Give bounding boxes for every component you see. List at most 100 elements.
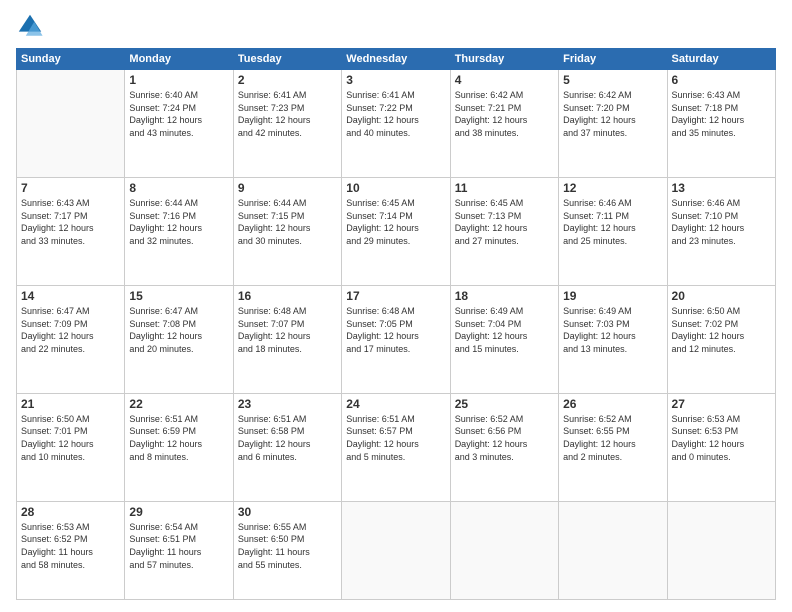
col-header-thursday: Thursday bbox=[450, 49, 558, 70]
calendar-cell: 26Sunrise: 6:52 AM Sunset: 6:55 PM Dayli… bbox=[559, 393, 667, 501]
calendar-cell bbox=[667, 501, 775, 599]
day-detail: Sunrise: 6:51 AM Sunset: 6:58 PM Dayligh… bbox=[238, 413, 337, 463]
day-number: 8 bbox=[129, 181, 228, 195]
day-detail: Sunrise: 6:44 AM Sunset: 7:16 PM Dayligh… bbox=[129, 197, 228, 247]
day-number: 22 bbox=[129, 397, 228, 411]
day-number: 30 bbox=[238, 505, 337, 519]
calendar-cell: 6 Sunrise: 6:43 AM Sunset: 7:18 PM Daylig… bbox=[667, 70, 775, 178]
day-detail: Sunrise: 6:48 AM Sunset: 7:07 PM Dayligh… bbox=[238, 305, 337, 355]
calendar-cell: 28 Sunrise: 6:53 AM Sunset: 6:52 PM Dayli… bbox=[17, 501, 125, 599]
day-number: 6 bbox=[672, 73, 771, 87]
day-number: 13 bbox=[672, 181, 771, 195]
calendar-cell: 19 Sunrise: 6:49 AM Sunset: 7:03 PM Dayli… bbox=[559, 285, 667, 393]
day-number: 18 bbox=[455, 289, 554, 303]
week-row-1: 7 Sunrise: 6:43 AM Sunset: 7:17 PM Daylig… bbox=[17, 177, 776, 285]
calendar-cell: 4 Sunrise: 6:42 AM Sunset: 7:21 PM Daylig… bbox=[450, 70, 558, 178]
calendar-cell: 12 Sunrise: 6:46 AM Sunset: 7:11 PM Dayli… bbox=[559, 177, 667, 285]
week-row-2: 14 Sunrise: 6:47 AM Sunset: 7:09 PM Dayli… bbox=[17, 285, 776, 393]
day-number: 19 bbox=[563, 289, 662, 303]
page: SundayMondayTuesdayWednesdayThursdayFrid… bbox=[0, 0, 792, 612]
day-detail: Sunrise: 6:54 AM Sunset: 6:51 PM Dayligh… bbox=[129, 521, 228, 571]
logo-icon bbox=[16, 12, 44, 40]
day-number: 2 bbox=[238, 73, 337, 87]
day-detail: Sunrise: 6:45 AM Sunset: 7:14 PM Dayligh… bbox=[346, 197, 445, 247]
day-number: 16 bbox=[238, 289, 337, 303]
day-detail: Sunrise: 6:42 AM Sunset: 7:21 PM Dayligh… bbox=[455, 89, 554, 139]
day-number: 4 bbox=[455, 73, 554, 87]
calendar-cell: 29 Sunrise: 6:54 AM Sunset: 6:51 PM Dayli… bbox=[125, 501, 233, 599]
calendar-cell: 16 Sunrise: 6:48 AM Sunset: 7:07 PM Dayli… bbox=[233, 285, 341, 393]
day-number: 20 bbox=[672, 289, 771, 303]
calendar-cell: 11Sunrise: 6:45 AM Sunset: 7:13 PM Dayli… bbox=[450, 177, 558, 285]
day-number: 14 bbox=[21, 289, 120, 303]
calendar-cell: 17 Sunrise: 6:48 AM Sunset: 7:05 PM Dayli… bbox=[342, 285, 450, 393]
calendar-cell: 1 Sunrise: 6:40 AM Sunset: 7:24 PM Daylig… bbox=[125, 70, 233, 178]
col-header-wednesday: Wednesday bbox=[342, 49, 450, 70]
calendar-cell: 14 Sunrise: 6:47 AM Sunset: 7:09 PM Dayli… bbox=[17, 285, 125, 393]
day-detail: Sunrise: 6:46 AM Sunset: 7:11 PM Dayligh… bbox=[563, 197, 662, 247]
day-detail: Sunrise: 6:49 AM Sunset: 7:04 PM Dayligh… bbox=[455, 305, 554, 355]
col-header-tuesday: Tuesday bbox=[233, 49, 341, 70]
calendar-header-row: SundayMondayTuesdayWednesdayThursdayFrid… bbox=[17, 49, 776, 70]
calendar-cell: 27 Sunrise: 6:53 AM Sunset: 6:53 PM Dayli… bbox=[667, 393, 775, 501]
day-detail: Sunrise: 6:53 AM Sunset: 6:53 PM Dayligh… bbox=[672, 413, 771, 463]
col-header-sunday: Sunday bbox=[17, 49, 125, 70]
day-number: 9 bbox=[238, 181, 337, 195]
calendar-cell: 9Sunrise: 6:44 AM Sunset: 7:15 PM Daylig… bbox=[233, 177, 341, 285]
calendar-cell bbox=[342, 501, 450, 599]
calendar-cell bbox=[559, 501, 667, 599]
day-detail: Sunrise: 6:46 AM Sunset: 7:10 PM Dayligh… bbox=[672, 197, 771, 247]
day-number: 1 bbox=[129, 73, 228, 87]
week-row-3: 21Sunrise: 6:50 AM Sunset: 7:01 PM Dayli… bbox=[17, 393, 776, 501]
day-number: 3 bbox=[346, 73, 445, 87]
day-detail: Sunrise: 6:55 AM Sunset: 6:50 PM Dayligh… bbox=[238, 521, 337, 571]
day-detail: Sunrise: 6:42 AM Sunset: 7:20 PM Dayligh… bbox=[563, 89, 662, 139]
col-header-friday: Friday bbox=[559, 49, 667, 70]
day-number: 25 bbox=[455, 397, 554, 411]
day-detail: Sunrise: 6:52 AM Sunset: 6:56 PM Dayligh… bbox=[455, 413, 554, 463]
day-number: 24 bbox=[346, 397, 445, 411]
day-number: 23 bbox=[238, 397, 337, 411]
week-row-4: 28 Sunrise: 6:53 AM Sunset: 6:52 PM Dayli… bbox=[17, 501, 776, 599]
calendar-cell bbox=[17, 70, 125, 178]
calendar-cell: 10 Sunrise: 6:45 AM Sunset: 7:14 PM Dayli… bbox=[342, 177, 450, 285]
day-detail: Sunrise: 6:48 AM Sunset: 7:05 PM Dayligh… bbox=[346, 305, 445, 355]
calendar-cell: 7 Sunrise: 6:43 AM Sunset: 7:17 PM Daylig… bbox=[17, 177, 125, 285]
calendar-cell: 21Sunrise: 6:50 AM Sunset: 7:01 PM Dayli… bbox=[17, 393, 125, 501]
calendar-cell: 8 Sunrise: 6:44 AM Sunset: 7:16 PM Daylig… bbox=[125, 177, 233, 285]
day-detail: Sunrise: 6:50 AM Sunset: 7:01 PM Dayligh… bbox=[21, 413, 120, 463]
calendar-cell: 15Sunrise: 6:47 AM Sunset: 7:08 PM Dayli… bbox=[125, 285, 233, 393]
logo bbox=[16, 12, 48, 40]
day-detail: Sunrise: 6:43 AM Sunset: 7:17 PM Dayligh… bbox=[21, 197, 120, 247]
calendar-cell: 13 Sunrise: 6:46 AM Sunset: 7:10 PM Dayli… bbox=[667, 177, 775, 285]
day-detail: Sunrise: 6:50 AM Sunset: 7:02 PM Dayligh… bbox=[672, 305, 771, 355]
week-row-0: 1 Sunrise: 6:40 AM Sunset: 7:24 PM Daylig… bbox=[17, 70, 776, 178]
day-detail: Sunrise: 6:51 AM Sunset: 6:59 PM Dayligh… bbox=[129, 413, 228, 463]
day-number: 12 bbox=[563, 181, 662, 195]
day-detail: Sunrise: 6:49 AM Sunset: 7:03 PM Dayligh… bbox=[563, 305, 662, 355]
day-number: 17 bbox=[346, 289, 445, 303]
day-number: 28 bbox=[21, 505, 120, 519]
day-detail: Sunrise: 6:41 AM Sunset: 7:22 PM Dayligh… bbox=[346, 89, 445, 139]
calendar-cell: 24 Sunrise: 6:51 AM Sunset: 6:57 PM Dayli… bbox=[342, 393, 450, 501]
day-number: 5 bbox=[563, 73, 662, 87]
day-number: 7 bbox=[21, 181, 120, 195]
day-number: 15 bbox=[129, 289, 228, 303]
day-number: 29 bbox=[129, 505, 228, 519]
calendar-table: SundayMondayTuesdayWednesdayThursdayFrid… bbox=[16, 48, 776, 600]
day-detail: Sunrise: 6:40 AM Sunset: 7:24 PM Dayligh… bbox=[129, 89, 228, 139]
calendar-cell: 23 Sunrise: 6:51 AM Sunset: 6:58 PM Dayli… bbox=[233, 393, 341, 501]
day-number: 27 bbox=[672, 397, 771, 411]
day-detail: Sunrise: 6:53 AM Sunset: 6:52 PM Dayligh… bbox=[21, 521, 120, 571]
header bbox=[16, 12, 776, 40]
day-detail: Sunrise: 6:43 AM Sunset: 7:18 PM Dayligh… bbox=[672, 89, 771, 139]
calendar-cell: 18 Sunrise: 6:49 AM Sunset: 7:04 PM Dayli… bbox=[450, 285, 558, 393]
day-detail: Sunrise: 6:51 AM Sunset: 6:57 PM Dayligh… bbox=[346, 413, 445, 463]
col-header-monday: Monday bbox=[125, 49, 233, 70]
day-number: 11 bbox=[455, 181, 554, 195]
day-detail: Sunrise: 6:41 AM Sunset: 7:23 PM Dayligh… bbox=[238, 89, 337, 139]
day-number: 10 bbox=[346, 181, 445, 195]
day-detail: Sunrise: 6:47 AM Sunset: 7:09 PM Dayligh… bbox=[21, 305, 120, 355]
calendar-cell: 30 Sunrise: 6:55 AM Sunset: 6:50 PM Dayli… bbox=[233, 501, 341, 599]
day-number: 26 bbox=[563, 397, 662, 411]
